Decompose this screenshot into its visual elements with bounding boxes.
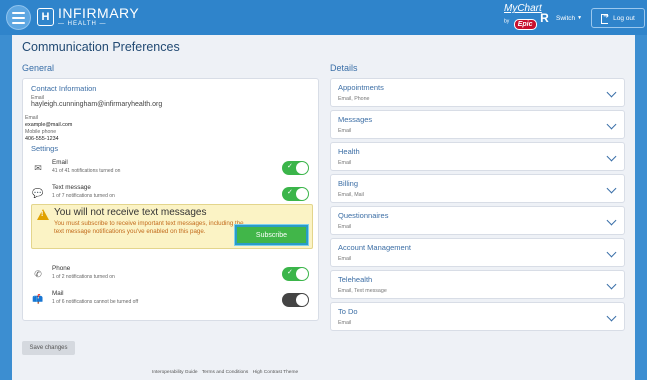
details-billing[interactable]: Billing Email, Mail	[330, 174, 625, 203]
general-section-label: General	[22, 63, 55, 73]
warning-title: You will not receive text messages	[54, 207, 207, 218]
email-toggle[interactable]: ✓	[282, 161, 309, 175]
details-telehealth[interactable]: Telehealth Email, Text message	[330, 270, 625, 299]
chevron-down-icon	[606, 87, 617, 98]
details-section-label: Details	[330, 63, 358, 73]
top-header: H INFIRMARY — HEALTH — MyChart by Epic R…	[0, 0, 647, 35]
high-contrast-theme-link[interactable]: High Contrast Theme	[253, 370, 299, 375]
infirmary-health-logo[interactable]: H INFIRMARY — HEALTH —	[37, 6, 139, 27]
details-questionnaires[interactable]: Questionnaires Email	[330, 206, 625, 235]
text-message-setting-name: Text message	[52, 184, 91, 191]
logout-icon	[601, 12, 610, 24]
account-management-channels: Email	[338, 256, 352, 262]
general-card: Contact Information Email hayleigh.cunni…	[22, 78, 319, 321]
billing-title: Billing	[338, 179, 359, 188]
details-messages[interactable]: Messages Email	[330, 110, 625, 139]
email-setting-status: 41 of 41 notifications turned on	[52, 168, 121, 174]
hamburger-menu-icon[interactable]	[6, 5, 31, 30]
chevron-down-icon	[606, 119, 617, 130]
mail-setting-name: Mail	[52, 290, 64, 297]
envelope-icon: ✉	[34, 163, 42, 173]
warning-body: You must subscribe to receive important …	[54, 220, 244, 236]
logo-mark-icon: H	[37, 7, 54, 26]
appointments-title: Appointments	[338, 83, 384, 92]
epic-logo: Epic	[513, 19, 537, 30]
details-to-do[interactable]: To Do Email	[330, 302, 625, 331]
telehealth-title: Telehealth	[338, 275, 373, 284]
text-message-toggle[interactable]: ✓	[282, 187, 309, 201]
details-account-management[interactable]: Account Management Email	[330, 238, 625, 267]
mychart-text: MyChart	[504, 3, 542, 14]
health-title: Health	[338, 147, 360, 156]
chevron-down-icon	[606, 311, 617, 322]
mobile-phone-value: 406-555-1234	[25, 136, 59, 142]
by-text: by	[504, 18, 510, 25]
avatar[interactable]: R	[539, 11, 550, 25]
phone-setting-name: Phone	[52, 265, 71, 272]
phone-toggle[interactable]: ✓	[282, 267, 309, 281]
subscribe-button[interactable]: Subscribe	[234, 224, 309, 246]
phone-setting-status: 1 of 2 notifications turned on	[52, 274, 115, 280]
questionnaires-channels: Email	[338, 224, 352, 230]
messages-title: Messages	[338, 115, 373, 124]
details-health[interactable]: Health Email	[330, 142, 625, 171]
text-message-setting-status: 1 of 7 notifications turned on	[52, 193, 115, 199]
email-value-primary: hayleigh.cunningham@infirmaryhealth.org	[31, 101, 163, 108]
email-value-secondary: example@mail.com	[25, 122, 73, 128]
switch-label: Switch	[556, 14, 576, 22]
health-channels: Email	[338, 160, 352, 166]
to-do-channels: Email	[338, 320, 352, 326]
terms-and-conditions-link[interactable]: Terms and Conditions	[202, 370, 248, 375]
mail-setting-status: 1 of 6 notifications cannot be turned of…	[52, 299, 139, 305]
billing-channels: Email, Mail	[338, 192, 364, 198]
logout-button[interactable]: Log out	[591, 8, 645, 28]
chevron-down-icon	[606, 247, 617, 258]
save-changes-button[interactable]: Save changes	[22, 341, 75, 355]
chevron-down-icon	[606, 151, 617, 162]
page-scrollbar[interactable]	[637, 35, 647, 380]
chevron-down-icon	[606, 215, 617, 226]
settings-title: Settings	[31, 144, 59, 153]
contact-information-title: Contact Information	[31, 84, 97, 93]
interoperability-guide-link[interactable]: Interoperability Guide	[152, 370, 198, 375]
telehealth-channels: Email, Text message	[338, 288, 387, 294]
warning-icon: !	[37, 209, 49, 220]
appointments-channels: Email, Phone	[338, 96, 370, 102]
main-content: Communication Preferences General Contac…	[12, 35, 635, 380]
messages-channels: Email	[338, 128, 352, 134]
logout-label: Log out	[613, 14, 635, 22]
phone-icon: ✆	[34, 269, 42, 279]
email-setting-name: Email	[52, 159, 68, 166]
caret-down-icon: ▼	[577, 15, 583, 21]
to-do-title: To Do	[338, 307, 358, 316]
email-label-secondary: Email	[25, 115, 38, 121]
account-management-title: Account Management	[338, 243, 411, 252]
details-appointments[interactable]: Appointments Email, Phone	[330, 78, 625, 107]
brand-subtitle: — HEALTH —	[58, 21, 107, 27]
chevron-down-icon	[606, 183, 617, 194]
chat-icon: 💬	[32, 188, 44, 198]
mobile-phone-label: Mobile phone	[25, 129, 57, 135]
page-title: Communication Preferences	[22, 40, 180, 54]
mail-toggle[interactable]	[282, 293, 309, 307]
chevron-down-icon	[606, 279, 617, 290]
switch-button[interactable]: Switch ▼	[556, 10, 582, 26]
brand-name: INFIRMARY	[58, 5, 140, 21]
mychart-by-epic-logo: MyChart by Epic	[504, 4, 542, 30]
questionnaires-title: Questionnaires	[338, 211, 389, 220]
mailbox-icon: 📫	[32, 294, 44, 304]
footer-links: Interoperability Guide Terms and Conditi…	[152, 370, 301, 375]
text-message-warning: ! You will not receive text messages You…	[31, 204, 313, 249]
